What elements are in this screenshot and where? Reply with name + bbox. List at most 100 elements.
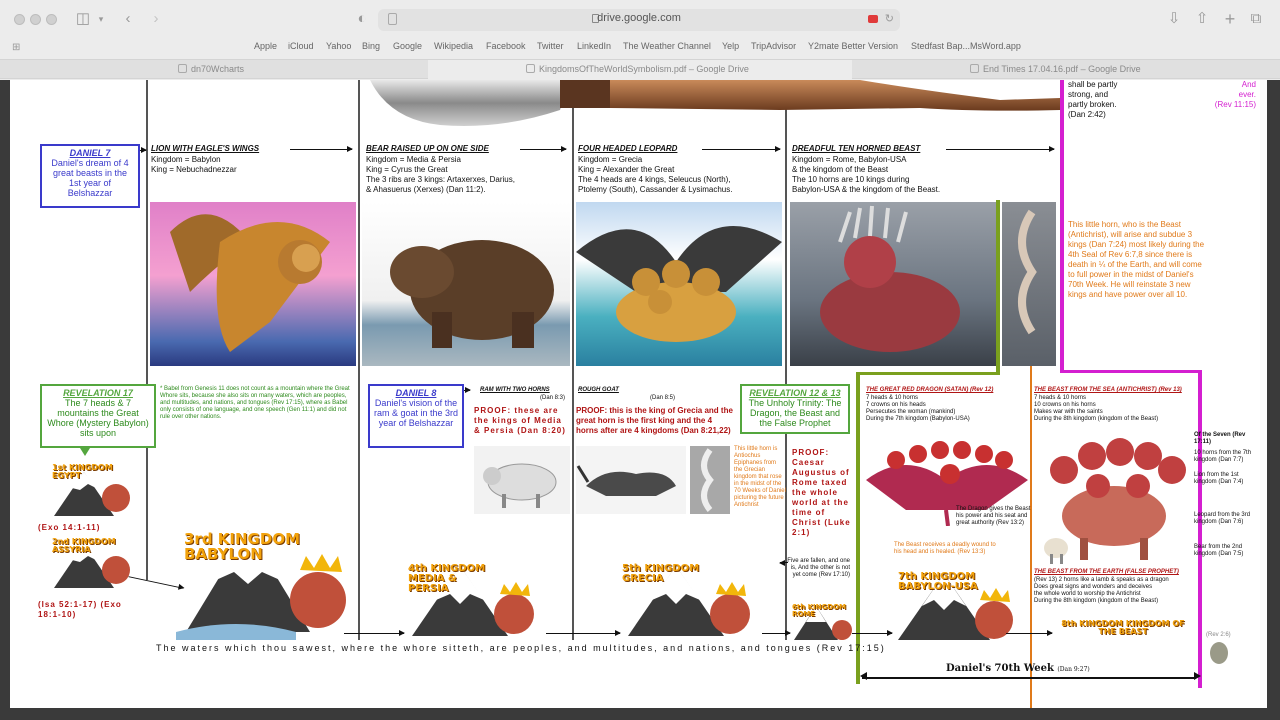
daniel-8-box: DANIEL 8 Daniel's vision of the ram & go… [368,384,464,448]
small-image [1208,640,1230,666]
close-window-button[interactable] [14,14,25,25]
revelation-17-text: The 7 heads & 7 mountains the Great Whor… [47,398,149,438]
arrow-connector [344,630,405,636]
four-headed-leopard-image [576,202,782,366]
arrow-connector [464,387,471,393]
kingdom-rome-label: 6th KINGDOM ROME [792,603,846,618]
favorite-link[interactable]: Yelp [722,41,739,51]
address-bar[interactable]: drive.google.com ↻ [378,9,900,31]
favorite-link[interactable]: Twitter [537,41,564,51]
tab-dn70wcharts[interactable]: dn70Wcharts [0,60,428,79]
column-divider [358,80,360,640]
arrow-connector [852,630,893,636]
camera-recording-icon[interactable] [868,15,878,23]
favorite-link[interactable]: Google [393,41,422,51]
earth-beast-text: (Rev 13) 2 horns like a lamb & speaks as… [1034,577,1169,604]
arrow-connector [702,146,781,152]
daniel-8-title: DANIEL 8 [395,388,437,398]
favorite-link[interactable]: TripAdvisor [751,41,796,51]
seven-list-item: Lion from the 1st kingdom (Dan 7:4) [1194,472,1244,485]
tab-kingdoms-symbolism[interactable]: KingdomsOfTheWorldSymbolism.pdf – Google… [428,60,852,79]
bear-text: Kingdom = Media & Persia King = Cyrus the… [366,155,515,194]
kingdom-of-the-beast-label: 8th KINGDOM KINGDOM OF THE BEAST [1061,619,1185,636]
daniels-week-line [862,677,1196,679]
favorite-link[interactable]: Stedfast Bap...MsWord.app [911,41,1021,51]
bear-image [362,202,570,366]
arrow-connector [946,146,1055,152]
arrow-connector [1006,630,1053,636]
babel-note: * Babel from Genesis 11 does not count a… [160,386,350,420]
statue-arm-image [360,80,1060,138]
pdf-page[interactable]: DANIEL 7 Daniel's dream of 4 great beast… [10,80,1267,708]
ten-horned-beast-image [790,202,996,366]
tab-end-times[interactable]: End Times 17.04.16.pdf – Google Drive [852,60,1280,79]
new-tab-icon[interactable]: + [1222,9,1238,29]
favorite-link[interactable]: Yahoo [326,41,351,51]
reload-icon[interactable]: ↻ [885,12,894,25]
augustus-proof: PROOF: Caesar Augustus of Rome taxed the… [792,448,851,537]
google-drive-icon [970,64,979,73]
favorites-bar: ⊞ Apple iCloud Yahoo Bing Google Wikiped… [0,38,1280,58]
column-divider [146,80,148,580]
revelation-12-13-title: REVELATION 12 & 13 [749,388,841,398]
toolbar: ◫ ▾ ‹ › ◐ drive.google.com ↻ ⇩ ⇧ + ⧉ [0,0,1280,38]
favorite-link[interactable]: Bing [362,41,380,51]
favorite-link[interactable]: The Weather Channel [623,41,711,51]
arrow-connector [780,562,788,563]
kingdom-egypt-label: 1st KINGDOM EGYPT [52,463,113,480]
daniels-70th-week-label: Daniel's 70th Week (Dan 9:27) [946,663,1090,674]
privacy-shield-icon[interactable]: ◐ [354,9,370,29]
arrow-left-icon [860,672,867,680]
dragon-text: 7 heads & 10 horns 7 crowns on his heads P… [866,395,970,422]
lion-text: Kingdom = Babylon King = Nebuchadnezzar [151,155,237,174]
olive-timeline-line [856,372,1000,375]
favorite-link[interactable]: Y2mate Better Version [808,41,898,51]
leopard-text: Kingdom = Grecia King = Alexander the Gre… [578,155,733,194]
down-arrow-icon [80,448,90,456]
leopard-heading: FOUR HEADED LEOPARD [578,144,678,153]
kingdom-assyria-ref: (Isa 52:1-17) (Exo 18:1-10) [38,600,122,619]
favorite-link[interactable]: Wikipedia [434,41,473,51]
forward-icon[interactable]: › [148,9,164,29]
favorite-link[interactable]: Apple [254,41,277,51]
sea-beast-heading: THE BEAST FROM THE SEA (ANTICHRIST) (Rev… [1034,387,1182,393]
ram-image [474,446,570,514]
chevron-down-icon[interactable]: ▾ [96,9,106,29]
daniel-7-text: Daniel's dream of 4 great beasts in the … [51,158,129,198]
arrow-connector [520,146,567,152]
arrow-right-icon [1194,672,1201,680]
rev-17-15-banner: The waters which thou sawest, where the … [156,643,886,653]
kingdom-egypt-ref: (Exo 14:1-11) [38,523,101,532]
kingdom-media-persia-label: 4th KINGDOM MEDIA & PERSIA [408,563,486,594]
column-divider [785,80,787,640]
daniel-7-box: DANIEL 7 Daniel's dream of 4 great beast… [40,144,140,208]
ram-heading: RAM WITH TWO HORNS [480,387,550,393]
back-icon[interactable]: ‹ [120,9,136,29]
favorite-link[interactable]: iCloud [288,41,314,51]
beast-wound-text: The Beast receives a deadly wound to his… [894,542,996,555]
browser-window: ◫ ▾ ‹ › ◐ drive.google.com ↻ ⇩ ⇧ + ⧉ ⊞ A… [0,0,1280,720]
favorite-link[interactable]: LinkedIn [577,41,611,51]
zoom-window-button[interactable] [46,14,57,25]
tab-label: KingdomsOfTheWorldSymbolism.pdf – Google… [539,64,749,74]
column-divider [572,80,574,640]
favorite-link[interactable]: Facebook [486,41,526,51]
tab-overview-icon[interactable]: ⧉ [1248,9,1264,29]
document-icon [178,64,187,73]
five-fallen-text: Five are fallen, and one is, And the oth… [787,558,850,578]
ram-proof: PROOF: these are the kings of Media & Pe… [474,406,566,435]
url-text: drive.google.com [597,12,681,24]
arrow-connector [290,146,353,152]
sidebar-icon[interactable]: ◫ [74,9,92,29]
grid-icon[interactable]: ⊞ [12,42,20,53]
minimize-window-button[interactable] [30,14,41,25]
download-icon[interactable]: ⇩ [1166,9,1182,29]
share-icon[interactable]: ⇧ [1194,9,1210,29]
tab-label: dn70Wcharts [191,64,245,74]
google-drive-icon [526,64,535,73]
dan-2-42-text: shall be partly strong, and partly broken.… [1068,80,1118,119]
bear-heading: BEAR RAISED UP ON ONE SIDE [366,144,489,153]
antiochus-note: This little horn is Antiochus Epiphanes … [734,446,786,508]
revelation-12-13-text: The Unholy Trinity: The Dragon, the Beas… [748,398,842,428]
earth-beast-heading: THE BEAST FROM THE EARTH (FALSE PROPHET) [1034,569,1179,575]
